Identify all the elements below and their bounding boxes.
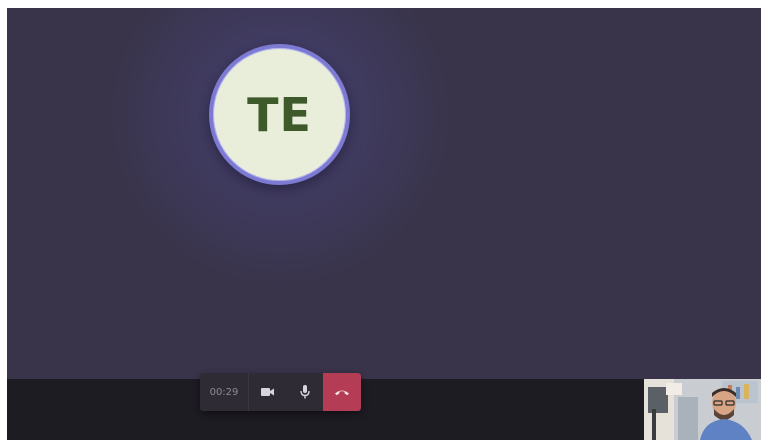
self-video-image xyxy=(644,379,761,440)
hang-up-button[interactable] xyxy=(323,373,361,411)
microphone-icon xyxy=(299,385,310,399)
video-camera-icon xyxy=(260,388,274,396)
call-timer: 00:29 xyxy=(200,373,249,411)
call-stage: TE xyxy=(7,8,761,379)
call-controls: 00:29 xyxy=(200,373,361,411)
phone-hangup-icon xyxy=(335,390,349,396)
camera-toggle-button[interactable] xyxy=(249,373,286,411)
video-call-window: TE 00:29 xyxy=(7,8,761,440)
microphone-toggle-button[interactable] xyxy=(286,373,323,411)
participant-avatar[interactable]: TE xyxy=(209,44,350,185)
avatar-initials: TE xyxy=(247,87,312,142)
self-video-preview[interactable] xyxy=(644,379,761,440)
